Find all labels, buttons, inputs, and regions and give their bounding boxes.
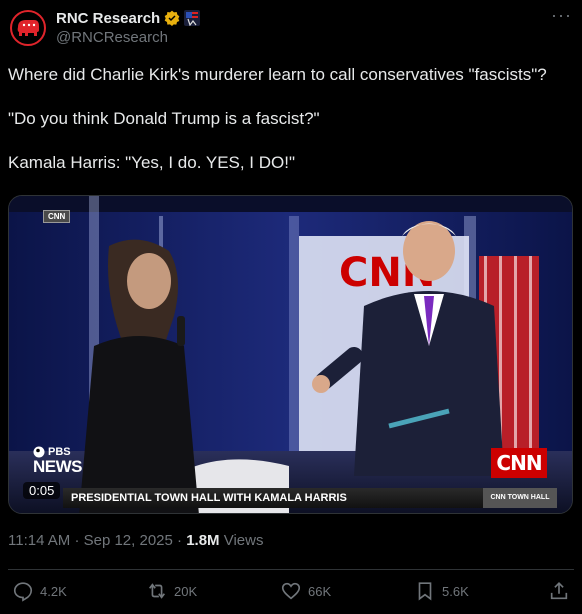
meta-separator: · [177, 532, 183, 549]
video-frame: CNN [9, 196, 572, 513]
lower-third-caption: PRESIDENTIAL TOWN HALL WITH KAMALA HARRI… [63, 488, 486, 508]
cnn-small-label: CNN [43, 210, 71, 223]
video-player[interactable]: CNN CNN PBS NEWS CNN PRESIDENTIAL TOWN H… [8, 195, 573, 514]
reply-count: 4.2K [40, 583, 67, 599]
tweet-header: RNC Research @RNCResearch ··· [10, 6, 572, 48]
tweet-paragraph: Kamala Harris: "Yes, I do. YES, I DO!" [8, 153, 296, 172]
lower-third-tag: CNN TOWN HALL [483, 488, 557, 508]
repost-button[interactable]: 20K [146, 580, 197, 602]
bookmark-button[interactable]: 5.6K [414, 580, 469, 602]
meta-separator: · [74, 532, 80, 549]
bookmark-count: 5.6K [442, 583, 469, 599]
share-icon [550, 582, 568, 600]
tweet-meta: 11:14 AM · Sep 12, 2025 · 1.8M Views [8, 532, 263, 549]
tweet-text: Where did Charlie Kirk's murderer learn … [8, 64, 572, 196]
cnn-network-bug: CNN [491, 448, 547, 478]
verified-badge-icon [164, 10, 180, 26]
share-button[interactable] [548, 580, 570, 602]
pbs-news-logo: PBS NEWS [33, 446, 83, 476]
repost-icon [149, 583, 165, 599]
affiliation-badge-icon [184, 10, 201, 26]
divider [8, 569, 574, 570]
reply-icon [13, 582, 33, 602]
reply-button[interactable]: 4.2K [12, 580, 67, 602]
bookmark-icon [418, 582, 432, 601]
pbs-news-label: NEWS [33, 457, 83, 476]
heart-icon [281, 582, 301, 600]
views-label: Views [223, 532, 264, 549]
tweet-paragraph: "Do you think Donald Trump is a fascist?… [8, 109, 320, 128]
rnc-elephant-logo-icon [17, 20, 39, 36]
video-timecode: 0:05 [23, 482, 61, 499]
tweet-paragraph: Where did Charlie Kirk's murderer learn … [8, 65, 547, 84]
post-date[interactable]: Sep 12, 2025 [84, 532, 173, 549]
action-bar: 4.2K 20K 66K 5.6K [0, 580, 582, 606]
like-button[interactable]: 66K [280, 580, 331, 602]
repost-count: 20K [174, 583, 198, 599]
handle[interactable]: @RNCResearch [56, 29, 200, 46]
views-count: 1.8M [186, 532, 220, 549]
avatar[interactable] [10, 10, 46, 46]
display-name[interactable]: RNC Research [56, 10, 160, 27]
like-count: 66K [308, 583, 332, 599]
post-time[interactable]: 11:14 AM [8, 532, 70, 549]
more-options-icon[interactable]: ··· [551, 6, 572, 24]
